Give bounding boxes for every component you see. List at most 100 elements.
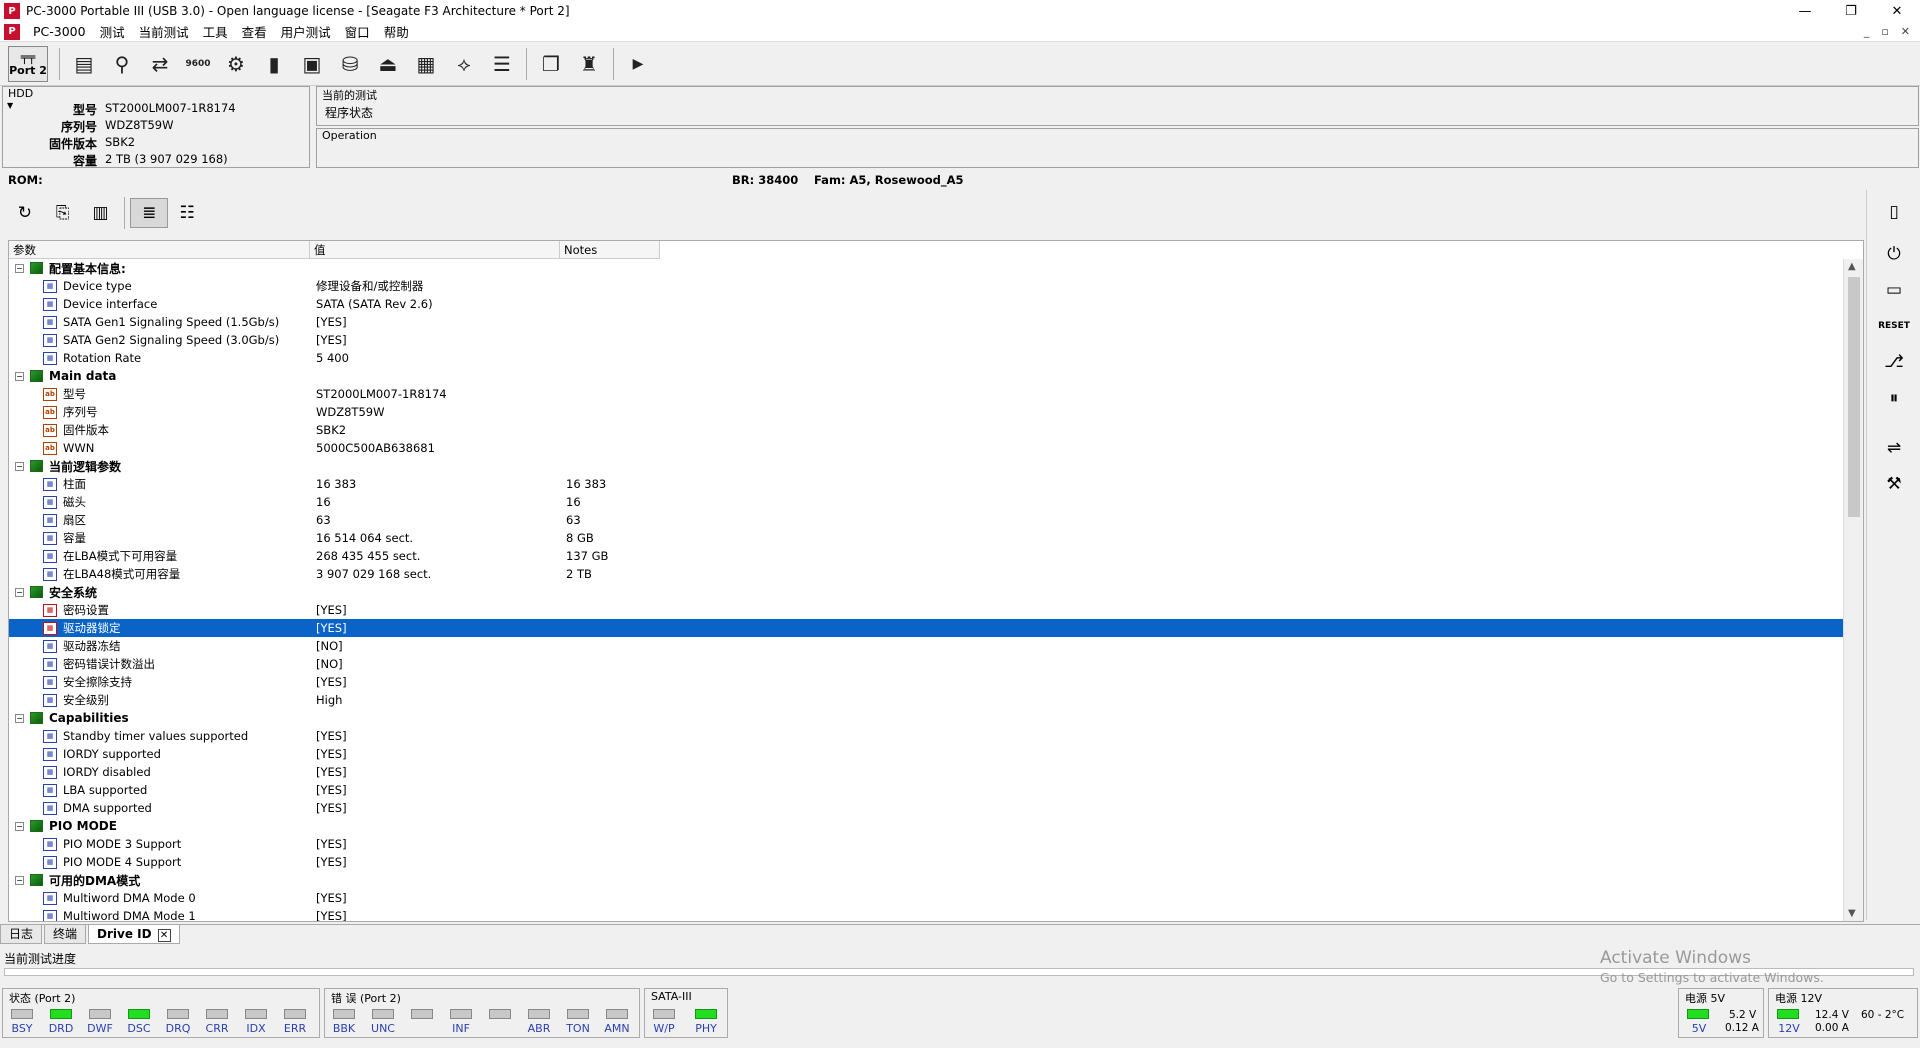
sector-icon[interactable]: ▥ [82, 198, 120, 228]
port-selector-button[interactable]: ╤╤ Port 2 [8, 45, 48, 82]
tab-close-icon[interactable]: ✕ [157, 929, 171, 942]
maximize-button[interactable]: ❐ [1828, 0, 1874, 22]
table-group-row[interactable]: − Main data [9, 367, 1843, 385]
app-icon[interactable]: P [4, 3, 20, 19]
menu-pc3000[interactable]: PC-3000 [26, 24, 93, 39]
collapse-icon[interactable]: − [15, 461, 24, 471]
settings-gear-icon[interactable]: ⚙ [217, 45, 255, 83]
minimize-button[interactable]: — [1782, 0, 1828, 22]
table-row[interactable]: ▦ 磁头 16 16 [9, 493, 1843, 511]
power-icon[interactable]: ⏏ [369, 45, 407, 83]
tools-icon[interactable]: ⚒ [1867, 466, 1920, 502]
vertical-scrollbar[interactable]: ▲ ▼ [1843, 259, 1863, 921]
column-header-param[interactable]: 参数 [9, 241, 310, 259]
table-row[interactable]: ▦ Multiword DMA Mode 0 [YES] [9, 889, 1843, 907]
network-icon[interactable]: ⟡ [445, 45, 483, 83]
table-group-row[interactable]: − 安全系统 [9, 583, 1843, 601]
table-row[interactable]: ▦ Multiword DMA Mode 1 [YES] [9, 907, 1843, 921]
scroll-down-icon[interactable]: ▼ [1848, 908, 1856, 919]
play-icon[interactable]: ▶ [619, 45, 657, 83]
table-row[interactable]: ab 型号 ST2000LM007-1R8174 [9, 385, 1843, 403]
table-row[interactable]: ▦ PIO MODE 4 Support [YES] [9, 853, 1843, 871]
column-header-value[interactable]: 值 [310, 241, 560, 259]
table-row[interactable]: ab 序列号 WDZ8T59W [9, 403, 1843, 421]
disk-icon[interactable]: ⛁ [331, 45, 369, 83]
table-group-row[interactable]: − 配置基本信息: [9, 259, 1843, 277]
table-row[interactable]: ab WWN 5000C500AB638681 [9, 439, 1843, 457]
copy-icon[interactable]: ❐ [532, 45, 570, 83]
menu-current-test[interactable]: 当前测试 [132, 22, 196, 41]
collapse-icon[interactable]: − [15, 263, 24, 273]
refresh-icon[interactable]: ↻ [6, 198, 44, 228]
menu-user-test[interactable]: 用户测试 [274, 22, 338, 41]
person-icon[interactable]: ♜ [570, 45, 608, 83]
menu-tools[interactable]: 工具 [196, 22, 235, 41]
table-row[interactable]: ▦ 柱面 16 383 16 383 [9, 475, 1843, 493]
menu-view[interactable]: 查看 [235, 22, 274, 41]
scrollbar-thumb[interactable] [1848, 277, 1860, 517]
transfer-icon[interactable]: ⇄ [141, 45, 179, 83]
mdi-minimize-button[interactable]: _ [1864, 25, 1870, 38]
scroll-up-icon[interactable]: ▲ [1848, 261, 1856, 272]
tab-terminal[interactable]: 终端 [44, 925, 87, 944]
speed-icon[interactable]: 9600 [179, 45, 217, 83]
menu-test[interactable]: 测试 [93, 22, 132, 41]
collapse-icon[interactable]: − [15, 821, 24, 831]
drive-icon[interactable]: ▤ [65, 45, 103, 83]
table-group-row[interactable]: − PIO MODE [9, 817, 1843, 835]
tab-log[interactable]: 日志 [0, 925, 43, 944]
table-row[interactable]: ▦ 在LBA48模式可用容量 3 907 029 168 sect. 2 TB [9, 565, 1843, 583]
column-header-notes[interactable]: Notes [560, 241, 660, 259]
phone-icon[interactable]: ▭ [1867, 272, 1920, 308]
menu-window[interactable]: 窗口 [338, 22, 377, 41]
table-row[interactable]: ▦ DMA supported [YES] [9, 799, 1843, 817]
drive-select-icon[interactable]: ▣ [293, 45, 331, 83]
table-row[interactable]: ▦ IORDY disabled [YES] [9, 763, 1843, 781]
list-icon[interactable]: ☰ [483, 45, 521, 83]
align-list-icon[interactable]: ≣ [130, 198, 169, 228]
table-row[interactable]: ▦ 容量 16 514 064 sect. 8 GB [9, 529, 1843, 547]
collapse-icon[interactable]: − [15, 371, 24, 381]
detail-list-icon[interactable]: ☷ [168, 198, 206, 228]
table-row[interactable]: ▦ 驱动器冻结 [NO] [9, 637, 1843, 655]
table-row[interactable]: ▦ Standby timer values supported [YES] [9, 727, 1843, 745]
table-group-row[interactable]: − Capabilities [9, 709, 1843, 727]
table-row[interactable]: ▦ PIO MODE 3 Support [YES] [9, 835, 1843, 853]
table-row[interactable]: ▦ 在LBA模式下可用容量 268 435 455 sect. 137 GB [9, 547, 1843, 565]
connector-icon[interactable]: ⎇ [1867, 344, 1920, 380]
mdi-restore-button[interactable]: ▫ [1881, 25, 1888, 38]
menu-help[interactable]: 帮助 [377, 22, 416, 41]
table-group-row[interactable]: − 可用的DMA模式 [9, 871, 1843, 889]
document-icon[interactable]: P [4, 23, 20, 40]
save-icon[interactable]: ⎘ [44, 198, 82, 228]
table-row[interactable]: ▦ IORDY supported [YES] [9, 745, 1843, 763]
sd-card-icon[interactable]: ▯ [1867, 194, 1920, 230]
table-row[interactable]: ab 固件版本 SBK2 [9, 421, 1843, 439]
collapse-icon[interactable]: − [15, 875, 24, 885]
table-row[interactable]: ▦ Device type 修理设备和/或控制器 [9, 277, 1843, 295]
table-row[interactable]: ▦ 安全级别 High [9, 691, 1843, 709]
table-row[interactable]: ▦ 扇区 63 63 [9, 511, 1843, 529]
table-row[interactable]: ▦ 安全擦除支持 [YES] [9, 673, 1843, 691]
table-group-row[interactable]: − 当前逻辑参数 [9, 457, 1843, 475]
table-row[interactable]: ▦ SATA Gen1 Signaling Speed (1.5Gb/s) [YES… [9, 313, 1843, 331]
pause-icon[interactable]: ⏸ [1867, 380, 1920, 416]
tab-drive-id[interactable]: Drive ID ✕ [88, 925, 180, 944]
table-row[interactable]: ▦ LBA supported [YES] [9, 781, 1843, 799]
collapse-icon[interactable]: − [15, 587, 24, 597]
power-zero-icon[interactable]: ⏻ [1867, 236, 1920, 272]
grid-icon[interactable]: ▦ [407, 45, 445, 83]
table-row[interactable]: ▦ 驱动器锁定 [YES] [9, 619, 1843, 637]
port-switch-icon[interactable]: ⇌ [1867, 430, 1920, 466]
collapse-icon[interactable]: − [15, 713, 24, 723]
reset-icon[interactable]: RESET [1867, 308, 1920, 344]
table-row[interactable]: ▦ SATA Gen2 Signaling Speed (3.0Gb/s) [YES… [9, 331, 1843, 349]
search-icon[interactable]: ⚲ [103, 45, 141, 83]
table-row[interactable]: ▦ 密码错误计数溢出 [NO] [9, 655, 1843, 673]
table-row[interactable]: ▦ 密码设置 [YES] [9, 601, 1843, 619]
mdi-close-button[interactable]: ✕ [1901, 25, 1910, 38]
table-row[interactable]: ▦ Device interface SATA (SATA Rev 2.6) [9, 295, 1843, 313]
table-row[interactable]: ▦ Rotation Rate 5 400 [9, 349, 1843, 367]
chip-icon[interactable]: ▮ [255, 45, 293, 83]
close-button[interactable]: ✕ [1874, 0, 1920, 22]
